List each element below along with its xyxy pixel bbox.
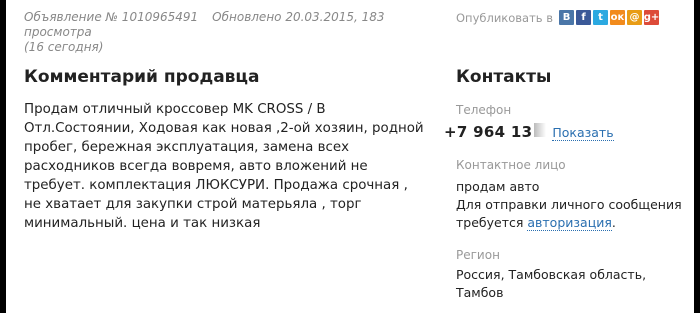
seller-comment-text: Продам отличный кроссовер MK CROSS / В О… (24, 102, 424, 231)
seller-comment-title: Комментарий продавца (24, 67, 260, 87)
ad-views-today: (16 сегодня) (24, 40, 104, 54)
google-plus-icon[interactable]: g+ (644, 10, 659, 25)
odnoklassniki-icon[interactable]: ок (610, 10, 626, 25)
left-frame-edge (0, 0, 6, 313)
ad-number: Объявление № 1010965491 (24, 10, 199, 24)
message-note: Для отправки личного сообщения требуется… (456, 196, 686, 232)
share-bar: Опубликовать в B f t ок @ g+ (456, 10, 659, 25)
contact-person-name: продам авто (456, 179, 540, 194)
authorization-link[interactable]: авторизация (527, 215, 612, 231)
contact-person-block: продам авто Для отправки личного сообщен… (456, 178, 686, 232)
vkontakte-icon[interactable]: B (559, 10, 575, 25)
phone-label: Телефон (456, 103, 512, 117)
phone-mask (534, 123, 547, 137)
contact-person-label: Контактное лицо (456, 158, 566, 172)
right-frame-edge (694, 0, 700, 313)
mail-ru-icon[interactable]: @ (627, 10, 643, 25)
phone-number: +7 964 13 (444, 123, 533, 141)
facebook-icon[interactable]: f (576, 10, 592, 25)
show-phone-link[interactable]: Показать (552, 126, 614, 141)
ad-meta: Объявление № 1010965491 Обновлено 20.03.2… (24, 10, 424, 55)
region-value: Россия, Тамбовская область, Тамбов (456, 267, 647, 300)
share-label: Опубликовать в (456, 10, 554, 25)
region-label: Регион (456, 248, 500, 262)
contacts-title: Контакты (456, 67, 552, 87)
twitter-icon[interactable]: t (593, 10, 609, 25)
message-note-suffix: . (611, 215, 616, 230)
phone-row: +7 964 13 Показать (444, 123, 614, 141)
